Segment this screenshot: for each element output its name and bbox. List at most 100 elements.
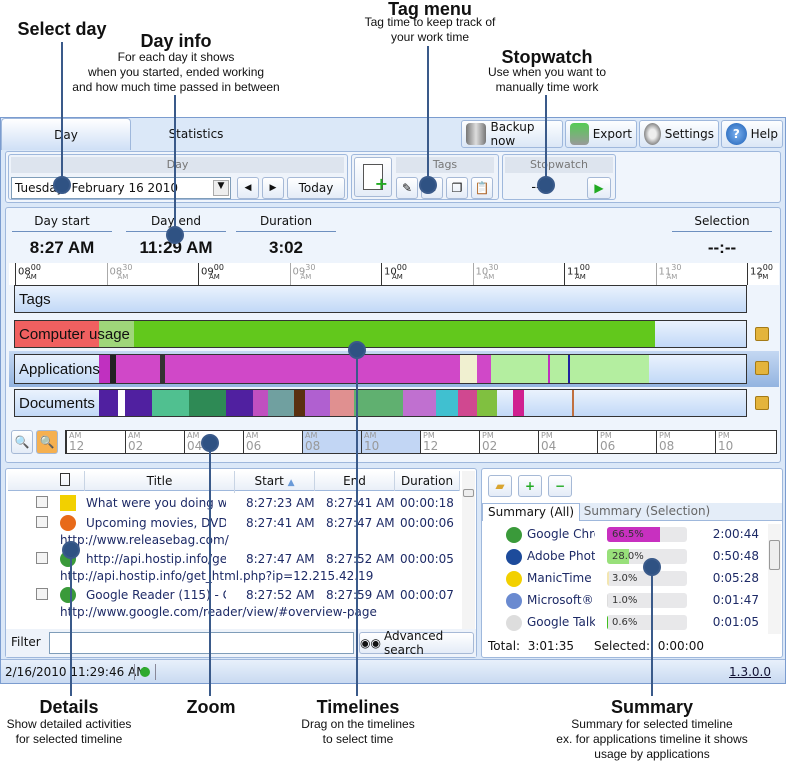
new-document-icon: + — [363, 164, 388, 193]
collapse-all-button[interactable]: − — [548, 475, 572, 497]
timeline-segment[interactable] — [458, 390, 477, 416]
filter-label: Filter — [11, 635, 41, 649]
help-button[interactable]: ? Help — [721, 120, 783, 148]
tab-day[interactable]: Day — [1, 118, 131, 150]
filter-input[interactable] — [49, 632, 354, 654]
timeline-segment[interactable] — [225, 390, 254, 416]
row-checkbox[interactable] — [36, 588, 48, 600]
timeline-segment[interactable] — [293, 390, 305, 416]
copy-tag-button[interactable]: ❐ — [446, 177, 468, 199]
start-stopwatch-button[interactable]: ▶ — [587, 177, 611, 199]
row-title: What were you doing whil — [86, 496, 226, 510]
next-day-button[interactable]: ▶ — [262, 177, 284, 199]
annotation-line: For each day it shows — [117, 50, 235, 64]
total-label: Total: — [488, 639, 521, 653]
timeline-segment[interactable] — [267, 390, 294, 416]
timeline-segment[interactable] — [354, 390, 404, 416]
row-checkbox[interactable] — [36, 552, 48, 564]
summary-scrollbar[interactable] — [768, 524, 781, 634]
row-checkbox[interactable] — [36, 496, 48, 508]
column-title[interactable]: Title — [84, 471, 234, 491]
tab-summary-selection[interactable]: Summary (Selection) — [582, 503, 712, 519]
timeline-segment[interactable] — [513, 390, 525, 416]
scroll-thumb[interactable] — [463, 489, 474, 497]
row-start: 8:27:47 AM — [246, 552, 315, 566]
expand-all-button[interactable]: + — [518, 475, 542, 497]
summary-row[interactable]: Google Talk 0.6% 0:01:05 — [482, 612, 767, 634]
lock-icon[interactable] — [755, 396, 769, 410]
column-duration[interactable]: Duration — [394, 471, 460, 491]
previous-day-button[interactable]: ◀ — [237, 177, 259, 199]
summary-row[interactable]: Microsoft® \ 1.0% 0:01:47 — [482, 590, 767, 612]
chevron-down-icon[interactable]: ▼ — [213, 180, 229, 196]
chrome-icon — [506, 527, 522, 543]
add-folder-button[interactable]: ▰ — [488, 475, 512, 497]
timeline-segment[interactable] — [115, 355, 160, 383]
timeline-segment[interactable] — [253, 390, 268, 416]
ruler-tick: 1100 AM — [564, 263, 590, 285]
zoom-out-button[interactable]: 🔍 — [11, 430, 33, 454]
timeline-segment[interactable] — [117, 390, 125, 416]
google-talk-icon — [506, 615, 522, 631]
row-checkbox[interactable] — [36, 516, 48, 528]
timeline-segment[interactable] — [99, 390, 118, 416]
timeline-segment[interactable] — [476, 390, 497, 416]
details-scrollbar[interactable] — [462, 471, 475, 631]
timeline-segment[interactable] — [476, 355, 492, 383]
delete-tag-button[interactable]: ✕ — [421, 177, 443, 199]
add-tag-button[interactable]: + — [354, 157, 392, 197]
scroll-thumb[interactable] — [769, 540, 780, 570]
row-duration: 00:00:05 — [400, 552, 454, 566]
export-icon — [570, 123, 589, 145]
settings-button[interactable]: Settings — [639, 120, 719, 148]
timeline-segment[interactable] — [165, 355, 461, 383]
minus-icon: − — [554, 479, 566, 493]
tab-statistics[interactable]: Statistics — [131, 118, 261, 150]
advanced-search-button[interactable]: ◉◉ Advanced search — [359, 629, 474, 657]
windows-icon — [506, 593, 522, 609]
timeline-segment[interactable] — [436, 390, 459, 416]
timeline-segment[interactable] — [460, 355, 477, 383]
zoom-fit-button[interactable]: 🔍 — [36, 430, 58, 454]
lock-icon[interactable] — [755, 361, 769, 375]
zoom-slider[interactable]: AM 12 AM 02 AM 04 AM 06 AM 08 AM 10 PM 12 PM 02 PM 04 PM 06… — [65, 430, 777, 454]
timeline-segment[interactable] — [99, 355, 111, 383]
timeline-segment[interactable] — [330, 390, 354, 416]
timeline-segment[interactable] — [572, 390, 574, 416]
timeline-applications[interactable]: Applications — [14, 354, 747, 384]
timeline-segment[interactable] — [403, 390, 437, 416]
lock-icon[interactable] — [755, 327, 769, 341]
summary-row[interactable]: Adobe Photo 28.0% 0:50:48 — [482, 546, 767, 568]
date-picker[interactable]: Tuesday, February 16 2010 ▼ — [11, 177, 231, 199]
annotation-line: Summary for selected timeline — [571, 717, 733, 731]
table-row[interactable]: Upcoming movies, DVDs, \ 8:27:41 AM 8:27:4… — [6, 513, 461, 549]
summary-row[interactable]: Google Chro 66.5% 2:00:44 — [482, 524, 767, 546]
timeline-segment[interactable] — [304, 390, 331, 416]
timeline-segment[interactable] — [134, 321, 655, 347]
timeline-segment[interactable] — [568, 355, 571, 383]
summary-row[interactable]: ManicTime 3.0% 0:05:28 — [482, 568, 767, 590]
timeline-computer-usage[interactable]: Computer usage — [14, 320, 747, 348]
edit-tag-button[interactable]: ✎ — [396, 177, 418, 199]
paste-tag-button[interactable]: 📋 — [471, 177, 493, 199]
table-row[interactable]: http://api.hostip.info/get_h 8:27:47 AM 8:… — [6, 549, 461, 585]
timeline-tags[interactable]: Tags — [14, 285, 747, 313]
timeline-segment[interactable] — [152, 390, 190, 416]
export-button[interactable]: Export — [565, 120, 637, 148]
timeline-segment[interactable] — [548, 355, 551, 383]
table-row[interactable]: Google Reader (115) - Goo 8:27:52 AM 8:27:… — [6, 585, 461, 621]
table-row[interactable]: What were you doing whil 8:27:23 AM 8:27:4… — [6, 493, 461, 513]
backup-now-button[interactable]: Backup now — [461, 120, 563, 148]
summary-total: Total: 3:01:35 — [488, 639, 574, 653]
today-button[interactable]: Today — [287, 177, 345, 199]
version-link[interactable]: 1.3.0.0 — [729, 665, 771, 679]
timeline-segment[interactable] — [189, 390, 226, 416]
timeline-documents[interactable]: Documents — [14, 389, 747, 417]
timeline-segment[interactable] — [124, 390, 153, 416]
column-end[interactable]: End — [314, 471, 394, 491]
timeline-segment[interactable] — [491, 355, 650, 383]
tab-summary-all[interactable]: Summary (All) — [482, 503, 580, 521]
column-start[interactable]: Start ▲ — [234, 471, 314, 493]
row-url: http://www.releasebag.com/ — [60, 533, 229, 547]
row-title: Google Reader (115) - Goo — [86, 588, 226, 602]
